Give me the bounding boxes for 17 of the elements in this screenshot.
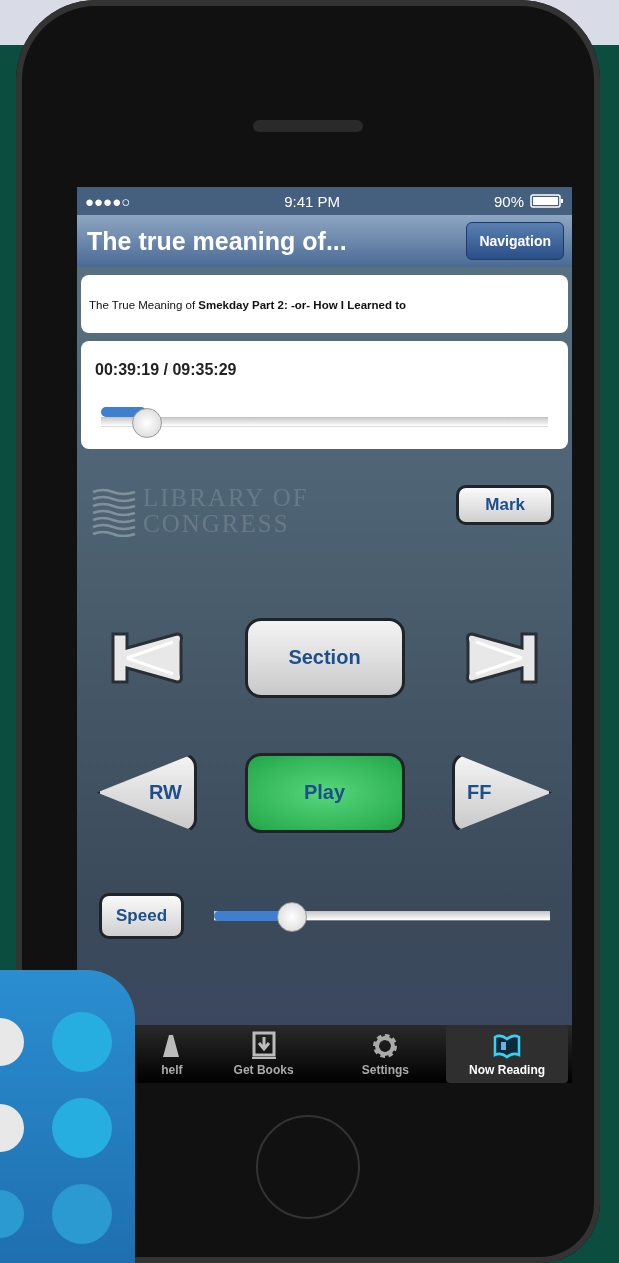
tab[interactable]: Settings xyxy=(324,1025,447,1083)
play-button[interactable]: Play xyxy=(244,752,405,833)
status-time: 9:41 PM xyxy=(283,192,342,210)
app-icon xyxy=(0,970,135,1263)
section-button[interactable]: Section xyxy=(244,617,405,698)
navigation-button[interactable]: Navigation xyxy=(466,222,564,260)
battery-icon xyxy=(530,194,564,208)
tab[interactable]: Now Reading xyxy=(446,1025,568,1083)
nav-title: The true meaning of... xyxy=(87,226,347,256)
mark-button[interactable]: Mark xyxy=(456,485,554,525)
tab[interactable]: Get Books xyxy=(202,1025,325,1083)
signal-indicator: ●●●●○ xyxy=(85,192,131,210)
playback-time: 00:39:19 / 09:35:29 xyxy=(95,361,238,379)
tab[interactable]: helf xyxy=(141,1025,203,1083)
book-title: The True Meaning of Smekday Part 2: -or- How I Learned to xyxy=(89,299,406,311)
speed-button[interactable]: Speed xyxy=(99,892,185,939)
battery-percent: 90% xyxy=(493,192,524,210)
